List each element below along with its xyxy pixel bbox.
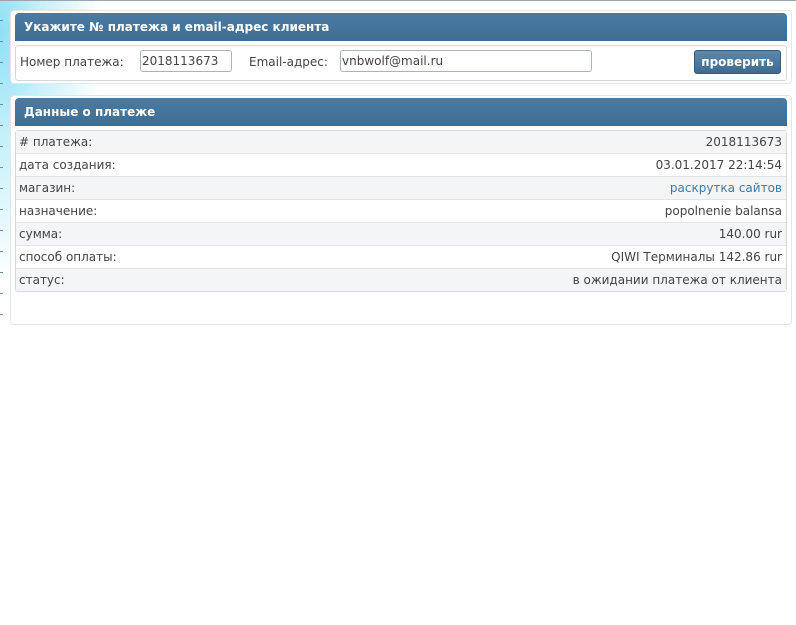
- payment-details-title: Данные о платеже: [15, 98, 787, 126]
- table-row: # платежа: 2018113673: [16, 131, 786, 154]
- purpose-value: popolnenie balansa: [664, 204, 782, 218]
- table-row: назначение: popolnenie balansa: [16, 200, 786, 223]
- payment-method-value: QIWI Терминалы 142.86 rur: [611, 250, 782, 264]
- amount-key: сумма:: [19, 227, 63, 241]
- created-date-value: 03.01.2017 22:14:54: [655, 158, 782, 172]
- table-row: способ оплаты: QIWI Терминалы 142.86 rur: [16, 246, 786, 269]
- payment-check-title: Укажите № платежа и email-адрес клиента: [15, 13, 787, 41]
- payment-check-panel: Укажите № платежа и email-адрес клиента …: [10, 10, 792, 84]
- email-label: Email-адрес:: [249, 55, 328, 69]
- table-row: сумма: 140.00 rur: [16, 223, 786, 246]
- table-row: дата создания: 03.01.2017 22:14:54: [16, 154, 786, 177]
- left-edge-ticks: [0, 0, 3, 330]
- shop-key: магазин:: [19, 181, 76, 195]
- form-row: Номер платежа: Email-адрес: проверить: [16, 46, 786, 80]
- status-key: статус:: [19, 273, 65, 287]
- email-input[interactable]: [340, 50, 592, 72]
- purpose-key: назначение:: [19, 204, 98, 218]
- payment-number-key: # платежа:: [19, 135, 93, 149]
- created-date-key: дата создания:: [19, 158, 116, 172]
- table-row: статус: в ожидании платежа от клиента: [16, 269, 786, 291]
- payment-check-form: Номер платежа: Email-адрес: проверить: [15, 45, 787, 81]
- payment-details-table: # платежа: 2018113673 дата создания: 03.…: [15, 130, 787, 292]
- payment-number-label: Номер платежа:: [20, 55, 124, 69]
- payment-method-key: способ оплаты:: [19, 250, 117, 264]
- payment-number-input[interactable]: [140, 50, 232, 72]
- check-button[interactable]: проверить: [694, 50, 781, 74]
- top-edge-line: [0, 0, 796, 1]
- status-value: в ожидании платежа от клиента: [572, 273, 782, 287]
- table-row: магазин: раскрутка сайтов: [16, 177, 786, 200]
- payment-details-panel: Данные о платеже # платежа: 2018113673 д…: [10, 95, 792, 325]
- amount-value: 140.00 rur: [718, 227, 782, 241]
- shop-link[interactable]: раскрутка сайтов: [670, 177, 782, 199]
- payment-number-value: 2018113673: [705, 135, 782, 149]
